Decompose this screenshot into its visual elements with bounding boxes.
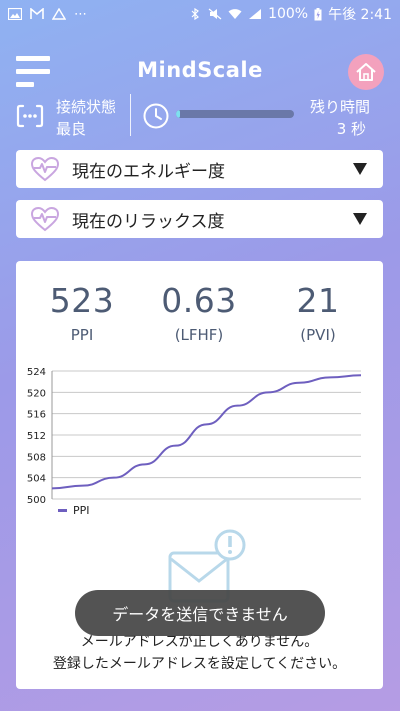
divider — [130, 94, 131, 136]
metric-pvi-value: 21 — [296, 281, 340, 320]
metric-ppi-label: PPI — [70, 326, 94, 344]
metric-pvi-label: (PVI) — [300, 326, 336, 344]
drive-icon — [52, 8, 66, 20]
time-progress-bar — [176, 110, 294, 118]
remaining-time: 残り時間 3 秒 — [310, 96, 370, 140]
connection-value: 最良 — [56, 120, 87, 138]
heart-pulse-icon — [30, 156, 60, 182]
battery-percent: 100% — [268, 6, 309, 22]
metric-ppi-value: 523 — [49, 281, 115, 320]
connection-status: 接続状態 最良 — [56, 96, 116, 140]
metric-lfhf-value: 0.63 — [161, 281, 237, 320]
y-tick-label: 524 — [27, 367, 46, 378]
clock-time: 午後 2:41 — [328, 7, 392, 23]
y-tick-label: 516 — [27, 410, 46, 421]
clock-icon — [143, 103, 169, 129]
relax-dropdown-label: 現在のリラックス度 — [72, 211, 225, 232]
bluetooth-icon — [191, 8, 200, 20]
error-line-2: 登録したメールアドレスを設定してください。 — [52, 656, 347, 672]
relax-dropdown[interactable]: 現在のリラックス度 — [16, 200, 383, 238]
energy-dropdown-label: 現在のエネルギー度 — [72, 161, 225, 182]
ppi-chart-svg: 500 504 508 512 516 520 524 — [27, 367, 362, 506]
legend-label: PPI — [73, 504, 90, 517]
signal-icon — [249, 9, 262, 19]
remaining-time-value: 3 秒 — [336, 120, 366, 138]
wifi-icon — [228, 9, 242, 19]
connection-icon — [16, 104, 44, 128]
legend-swatch — [58, 509, 67, 512]
y-tick-label: 508 — [27, 452, 46, 463]
energy-dropdown[interactable]: 現在のエネルギー度 — [16, 150, 383, 188]
mute-icon — [208, 8, 222, 20]
photo-icon — [8, 8, 22, 20]
more-icon: ⋯ — [74, 6, 87, 22]
chevron-down-icon — [353, 213, 367, 225]
error-message: メールアドレスが正しくありません。 登録したメールアドレスを設定してください。 — [16, 631, 383, 675]
y-tick-label: 500 — [27, 495, 46, 504]
home-icon — [356, 63, 376, 81]
connection-label: 接続状態 — [56, 98, 117, 116]
y-tick-label: 520 — [27, 388, 46, 399]
metric-lfhf-label: (LFHF) — [174, 326, 224, 344]
metric-lfhf: 0.63 (LFHF) — [139, 281, 259, 344]
home-button[interactable] — [348, 54, 384, 90]
app-title: MindScale — [137, 58, 263, 82]
status-bar: ⋯ 100% 午後 2:41 — [0, 0, 400, 28]
metric-ppi: 523 PPI — [22, 281, 142, 344]
metric-pvi: 21 (PVI) — [258, 281, 378, 344]
toast-message: データを送信できません — [75, 590, 325, 636]
remaining-time-label: 残り時間 — [309, 98, 370, 116]
app-header: MindScale — [0, 50, 400, 94]
chevron-down-icon — [353, 163, 367, 175]
ppi-chart: 500 504 508 512 516 520 524 — [16, 359, 383, 521]
heart-pulse-icon — [30, 206, 60, 232]
gmail-icon — [30, 8, 44, 19]
y-tick-label: 504 — [27, 474, 46, 485]
y-tick-label: 512 — [27, 431, 46, 442]
battery-icon — [314, 7, 322, 20]
time-progress-fill — [176, 110, 180, 118]
chart-legend: PPI — [58, 504, 90, 517]
